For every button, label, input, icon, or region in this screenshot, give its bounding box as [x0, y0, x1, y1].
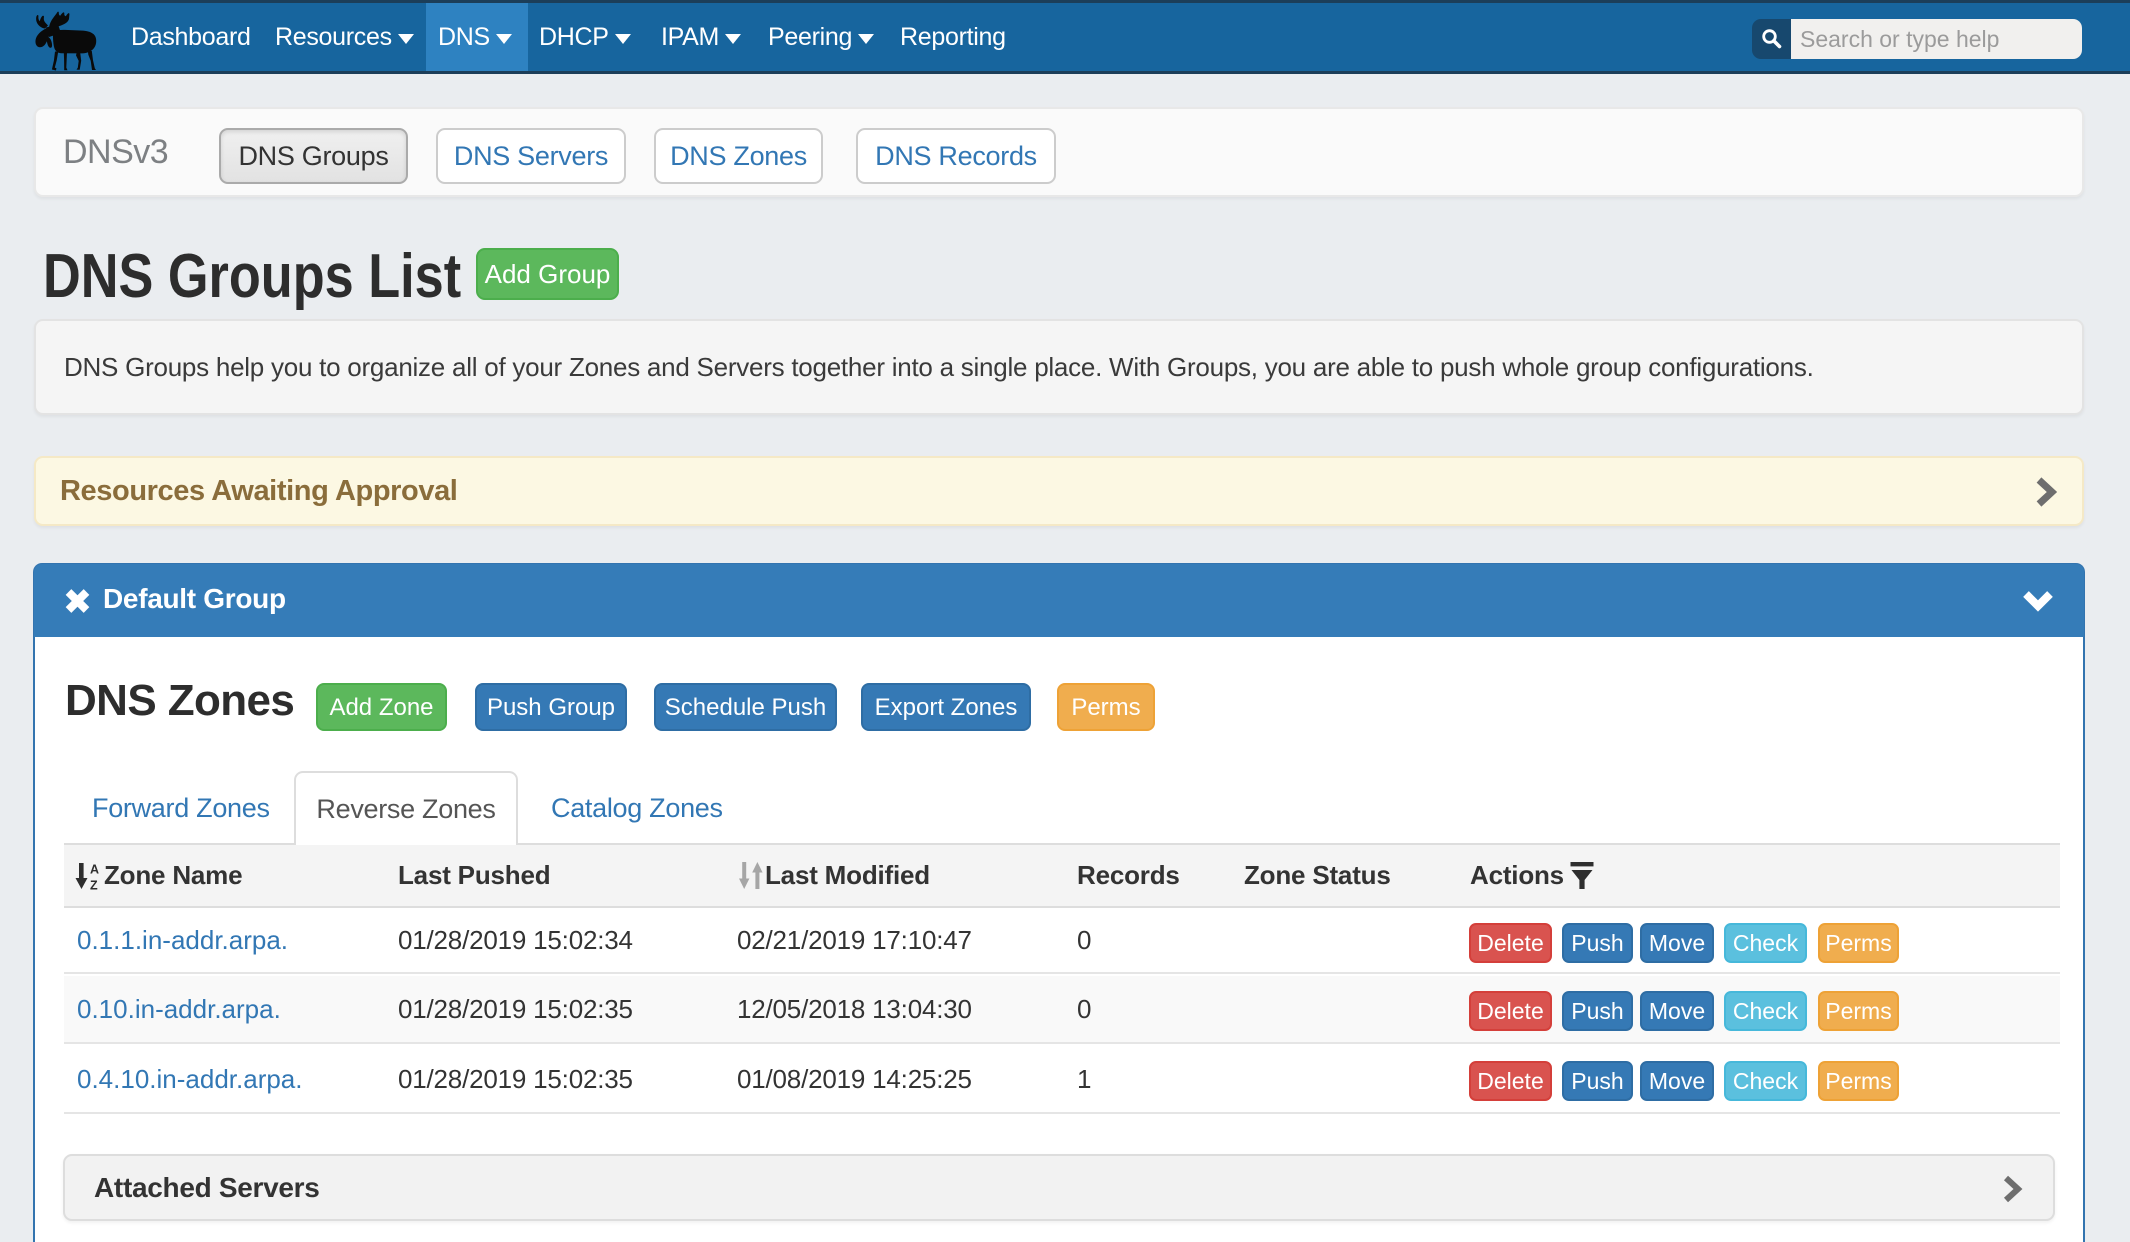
svg-text:A: A — [90, 863, 99, 877]
svg-text:Z: Z — [90, 879, 98, 891]
